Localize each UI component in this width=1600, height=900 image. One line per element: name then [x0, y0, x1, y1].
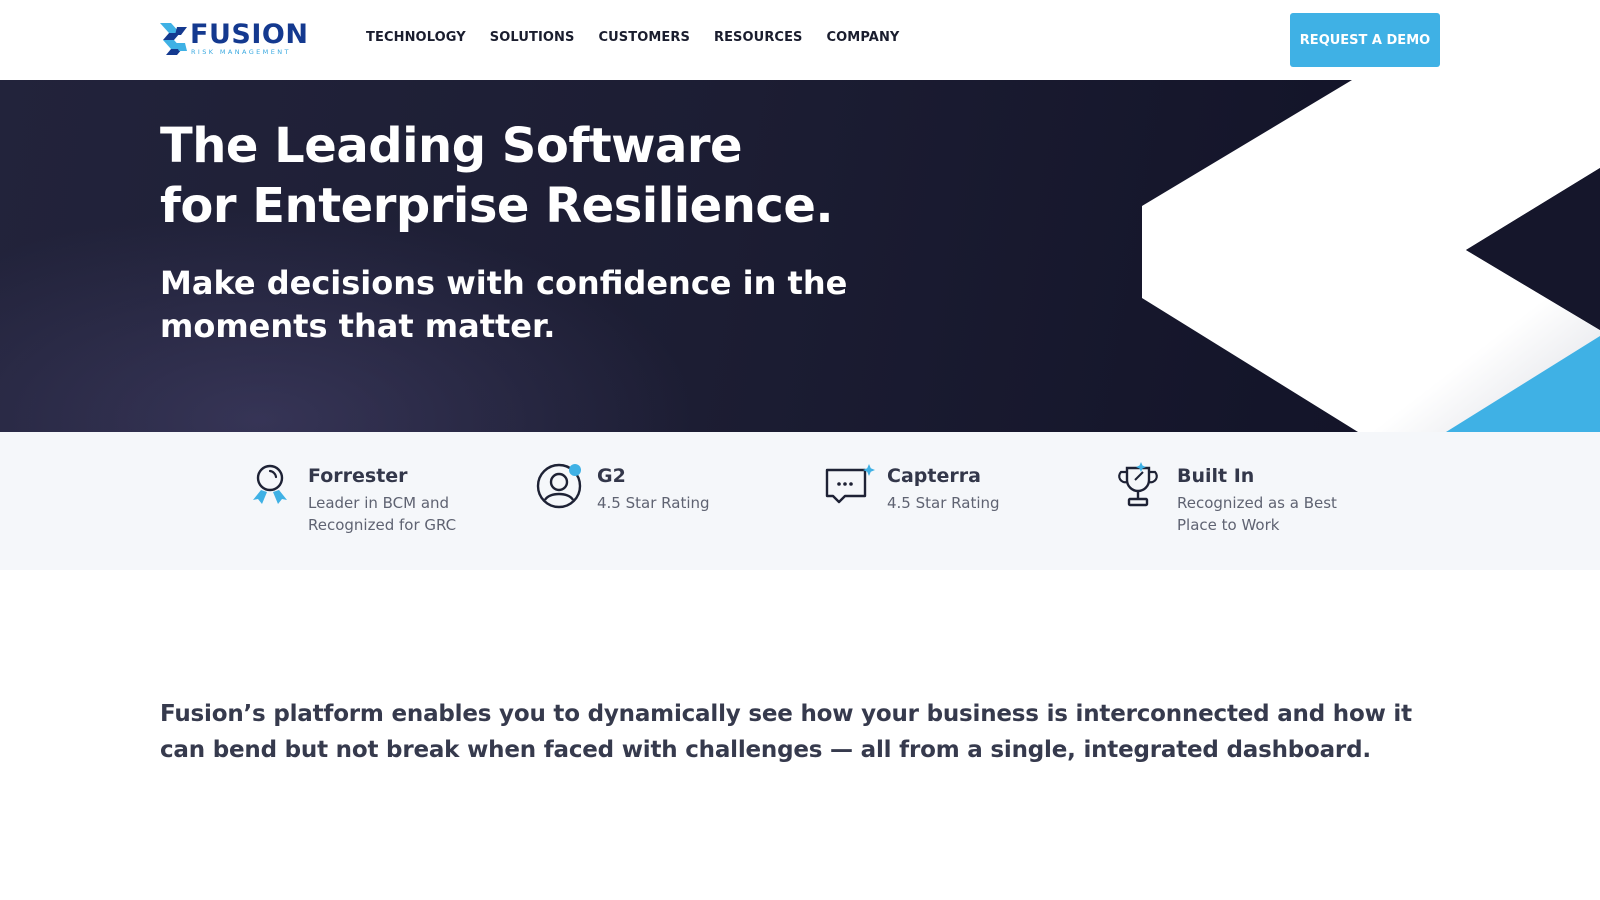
- award-description: Leader in BCM and Recognized for GRC: [308, 494, 457, 534]
- award-capterra: Capterra 4.5 Star Rating: [823, 462, 1062, 518]
- award-forrester: Forrester Leader in BCM and Recognized f…: [244, 462, 483, 536]
- trophy-icon: [1118, 462, 1158, 507]
- ribbon-medal-icon: [253, 464, 287, 504]
- hero-subtitle: Make decisions with confidence in the mo…: [160, 262, 860, 348]
- hero-chevron-graphic: [1142, 80, 1600, 432]
- hero-section: The Leading Software for Enterprise Resi…: [0, 80, 1600, 432]
- award-text: Built In Recognized as a Best Place to W…: [1177, 462, 1352, 536]
- nav-technology[interactable]: TECHNOLOGY: [366, 30, 466, 45]
- hero-subtitle-line-1: Make decisions with confidence in the: [160, 264, 848, 302]
- request-demo-button[interactable]: REQUEST A DEMO: [1290, 13, 1440, 67]
- award-description: 4.5 Star Rating: [597, 494, 710, 512]
- award-g2: G2 4.5 Star Rating: [533, 462, 772, 518]
- hero-title-line-2: for Enterprise Resilience.: [160, 178, 834, 234]
- award-built-in: Built In Recognized as a Best Place to W…: [1113, 462, 1352, 536]
- nav-resources[interactable]: RESOURCES: [714, 30, 803, 45]
- logo-tagline: RISK MANAGEMENT: [191, 48, 291, 56]
- award-description: 4.5 Star Rating: [887, 494, 1000, 512]
- award-text: Forrester Leader in BCM and Recognized f…: [308, 462, 483, 536]
- chat-bubble-icon: [825, 464, 875, 504]
- fusion-logo[interactable]: FUSION RISK MANAGEMENT: [160, 19, 308, 58]
- nav-company[interactable]: COMPANY: [827, 30, 900, 45]
- award-text: Capterra 4.5 Star Rating: [887, 462, 1062, 514]
- hero-title-line-1: The Leading Software: [160, 118, 743, 174]
- award-text: G2 4.5 Star Rating: [597, 462, 772, 514]
- logo-wordmark: FUSION: [190, 19, 309, 50]
- award-name: Forrester: [308, 465, 408, 487]
- fusion-logo-mark-icon: [160, 23, 187, 55]
- site-header: FUSION RISK MANAGEMENT TECHNOLOGY SOLUTI…: [0, 0, 1600, 80]
- awards-band: Forrester Leader in BCM and Recognized f…: [0, 432, 1600, 570]
- platform-intro-text: Fusion’s platform enables you to dynamic…: [160, 701, 1412, 763]
- user-circle-icon: [536, 463, 582, 509]
- nav-solutions[interactable]: SOLUTIONS: [490, 30, 575, 45]
- award-name: G2: [597, 465, 626, 487]
- award-name: Built In: [1177, 465, 1255, 487]
- hero-title: The Leading Software for Enterprise Resi…: [160, 116, 920, 236]
- award-name: Capterra: [887, 465, 981, 487]
- main-nav: TECHNOLOGY SOLUTIONS CUSTOMERS RESOURCES…: [366, 30, 899, 45]
- nav-customers[interactable]: CUSTOMERS: [598, 30, 689, 45]
- award-description: Recognized as a Best Place to Work: [1177, 494, 1337, 534]
- hero-subtitle-line-2: moments that matter.: [160, 307, 556, 345]
